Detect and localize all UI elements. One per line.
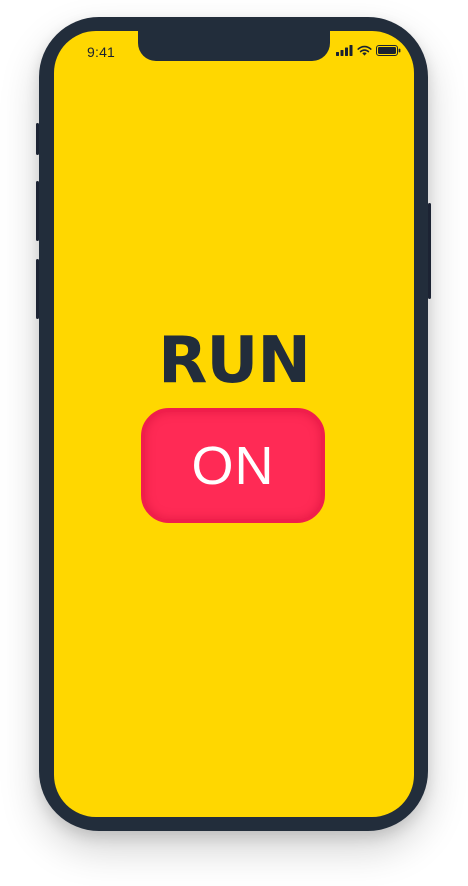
wifi-icon <box>357 45 372 56</box>
stage: 9:41 RUN ON <box>0 0 468 886</box>
status-icons <box>336 45 401 56</box>
phone-screen: 9:41 RUN ON <box>54 31 414 817</box>
power-button <box>428 203 431 299</box>
toggle-label: ON <box>191 435 275 496</box>
on-toggle-button[interactable]: ON <box>141 408 325 523</box>
volume-up-button <box>36 181 39 241</box>
notch <box>138 31 330 61</box>
volume-down-button <box>36 259 39 319</box>
run-title: RUN <box>158 324 311 398</box>
battery-icon <box>376 45 401 56</box>
status-time: 9:41 <box>87 44 116 60</box>
mute-switch <box>36 123 39 155</box>
signal-icon <box>336 45 353 56</box>
